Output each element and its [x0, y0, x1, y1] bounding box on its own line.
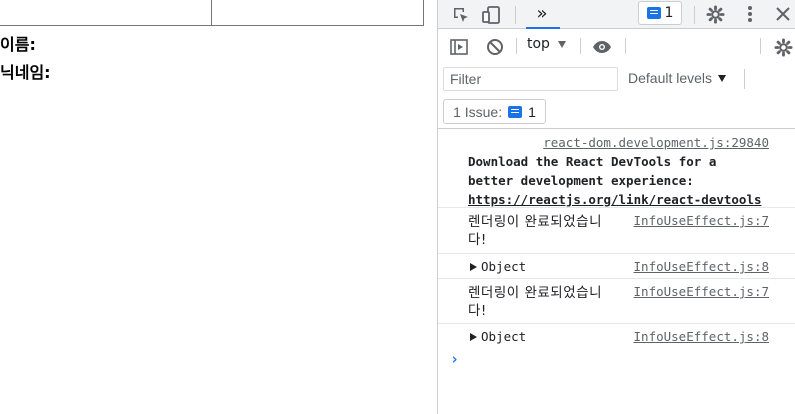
message-icon	[508, 105, 523, 118]
log-levels-dropdown[interactable]: Default levels	[628, 70, 727, 86]
chevron-down-icon	[557, 40, 566, 48]
object-expander[interactable]: Object	[470, 259, 526, 274]
object-label: Object	[481, 259, 527, 274]
inspect-icon[interactable]	[450, 4, 472, 26]
react-devtools-link[interactable]: https://reactjs.org/link/react-devtools	[468, 192, 762, 207]
context-selector[interactable]: top	[527, 36, 566, 52]
toolbar-separator	[744, 69, 745, 89]
issues-badge-button[interactable]: 1	[638, 1, 682, 25]
toolbar-separator	[694, 6, 695, 24]
close-icon[interactable]	[771, 2, 795, 26]
message-text: Download the React DevTools for a better…	[468, 152, 768, 209]
prompt-chevron-icon: ›	[450, 350, 460, 368]
console-messages: react-dom.development.js:29840 Download …	[438, 129, 795, 374]
console-toolbar	[438, 30, 795, 62]
name-label: 이름:	[0, 35, 36, 54]
message-icon	[646, 7, 661, 19]
issues-count: 1	[528, 103, 536, 120]
name-input[interactable]	[0, 0, 212, 26]
message-body: Download the React DevTools for a better…	[468, 154, 717, 188]
toolbar-separator	[515, 6, 516, 24]
kebab-menu-icon[interactable]	[738, 2, 762, 26]
console-settings-gear-icon[interactable]	[771, 35, 795, 59]
toolbar-separator	[580, 38, 581, 54]
devtools-panel: » 1 top Filter Default levels 1 Issue: 1…	[437, 0, 795, 414]
nickname-label: 닉네임:	[0, 63, 51, 82]
console-message: react-dom.development.js:29840 Download …	[438, 129, 795, 208]
message-source-link[interactable]: InfoUseEffect.js:7	[634, 284, 769, 299]
clear-console-icon[interactable]	[484, 36, 506, 58]
issues-badge-count: 1	[664, 5, 674, 21]
console-prompt[interactable]: ›	[438, 349, 795, 374]
issues-button[interactable]: 1 Issue: 1	[443, 99, 546, 124]
devtools-main-toolbar: » 1	[438, 0, 795, 29]
message-source-link[interactable]: InfoUseEffect.js:8	[634, 329, 769, 344]
page-content: 이름: 닉네임:	[0, 0, 437, 414]
toolbar-separator	[625, 38, 626, 54]
gear-icon[interactable]	[703, 2, 727, 26]
toolbar-separator	[516, 38, 517, 54]
nickname-input[interactable]	[211, 0, 424, 26]
message-text: 렌더링이 완료되었습니다!	[468, 285, 602, 319]
device-toggle-icon[interactable]	[480, 4, 502, 26]
chevron-down-icon	[718, 74, 727, 82]
issues-label: 1 Issue:	[453, 103, 503, 120]
context-label: top	[527, 36, 550, 52]
console-message: Object InfoUseEffect.js:8	[438, 324, 795, 349]
console-message: Object InfoUseEffect.js:8	[438, 254, 795, 279]
console-message: 렌더링이 완료되었습니다! InfoUseEffect.js:7	[438, 279, 795, 324]
sidebar-toggle-icon[interactable]	[448, 36, 470, 58]
message-source-link[interactable]: react-dom.development.js:29840	[543, 135, 769, 150]
object-label: Object	[481, 329, 527, 344]
message-source-link[interactable]: InfoUseEffect.js:8	[634, 259, 769, 274]
object-expander[interactable]: Object	[470, 329, 526, 344]
eye-icon[interactable]	[590, 36, 614, 58]
message-text: 렌더링이 완료되었습니다!	[468, 214, 602, 248]
toolbar-separator	[760, 38, 761, 54]
console-filter-input[interactable]	[443, 67, 618, 91]
expand-triangle-icon	[470, 332, 477, 341]
log-levels-label: Default levels	[628, 70, 713, 86]
console-message: 렌더링이 완료되었습니다! InfoUseEffect.js:7	[438, 208, 795, 254]
expand-triangle-icon	[470, 262, 477, 271]
message-source-link[interactable]: InfoUseEffect.js:7	[634, 213, 769, 228]
more-tabs-icon[interactable]: »	[530, 1, 554, 25]
